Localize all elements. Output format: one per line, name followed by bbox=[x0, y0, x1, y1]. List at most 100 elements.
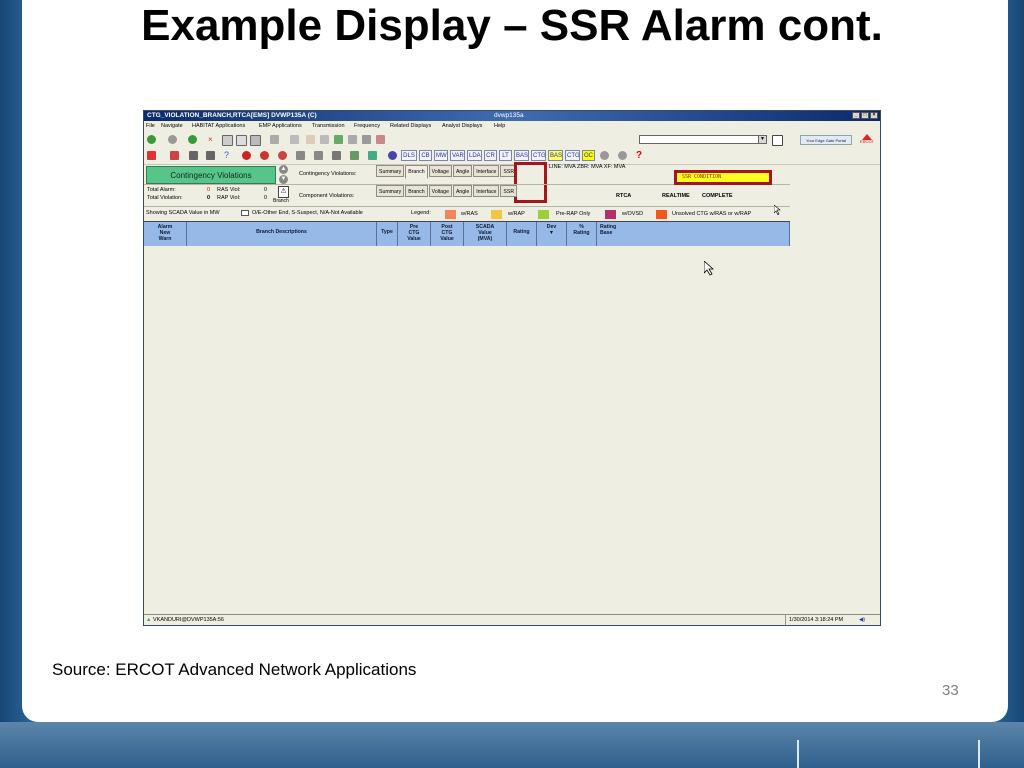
tab-branch[interactable]: Branch bbox=[405, 185, 428, 197]
info-icon[interactable]: ? bbox=[224, 151, 233, 160]
tab-voltage[interactable]: Voltage bbox=[428, 165, 452, 177]
menu-analyst-displays[interactable]: Analyst Displays bbox=[442, 122, 482, 131]
contingency-violations-button[interactable]: Contingency Violations bbox=[146, 166, 276, 184]
menu-related-displays[interactable]: Related Displays bbox=[390, 122, 431, 131]
link-icon[interactable] bbox=[270, 135, 279, 144]
toolbar-ctg2-button[interactable]: CTG bbox=[565, 150, 580, 161]
branch-icon[interactable]: ⚠ bbox=[278, 186, 289, 198]
stop-sign-icon[interactable] bbox=[260, 151, 269, 160]
ras-viol-value: 0 bbox=[264, 187, 268, 193]
help-icon[interactable]: ? bbox=[636, 151, 645, 161]
swap-icon[interactable] bbox=[290, 135, 299, 144]
speaker-icon[interactable]: ◀) bbox=[859, 615, 865, 625]
legend-label-ovsd: w/OVSD bbox=[622, 211, 644, 217]
menu-help[interactable]: Help bbox=[494, 122, 505, 131]
column-dev[interactable]: Dev ▼ bbox=[537, 222, 567, 246]
column-post-ctg-value[interactable]: Post CTG Value bbox=[431, 222, 464, 246]
column-branch-descriptions[interactable]: Branch Descriptions bbox=[187, 222, 377, 246]
no-entry-icon[interactable] bbox=[278, 151, 287, 160]
toolbar-dls-button[interactable]: DLS bbox=[401, 150, 417, 161]
close-button[interactable]: × bbox=[870, 112, 878, 119]
alarm-icon[interactable] bbox=[147, 151, 156, 160]
column-alarm[interactable]: Alarm New Warn bbox=[144, 222, 187, 246]
column-type[interactable]: Type bbox=[377, 222, 398, 246]
tab-angle[interactable]: Angle bbox=[452, 165, 473, 177]
forward-icon[interactable] bbox=[188, 135, 197, 144]
close-display-icon[interactable]: × bbox=[208, 135, 217, 144]
refresh-icon[interactable] bbox=[600, 151, 609, 160]
column-rating[interactable]: Rating bbox=[507, 222, 537, 246]
alarm-summary-icon[interactable] bbox=[170, 151, 179, 160]
toolbar-var-button[interactable]: VAR bbox=[450, 150, 465, 161]
globe-icon[interactable] bbox=[388, 151, 397, 160]
window-titlebar: CTG_VIOLATION_BRANCH,RTCA[EMS] DVWP135A … bbox=[144, 111, 880, 121]
toolbar-bas2-button[interactable]: BAS bbox=[548, 150, 563, 161]
column-percent-rating[interactable]: % Rating bbox=[567, 222, 597, 246]
menu-file[interactable]: File bbox=[146, 122, 155, 131]
tab-ssr[interactable]: SSR bbox=[500, 185, 518, 197]
column-scada-value[interactable]: SCADA Value (MVA) bbox=[464, 222, 507, 246]
one-line-icon[interactable] bbox=[350, 151, 359, 160]
scada-mw-checkbox[interactable] bbox=[241, 210, 249, 216]
tab-angle[interactable]: Angle bbox=[452, 185, 473, 197]
toolbar-ctg-button[interactable]: CTG bbox=[531, 150, 546, 161]
maximize-button[interactable]: □ bbox=[861, 112, 869, 119]
tab-summary[interactable]: Summary bbox=[376, 185, 405, 197]
menu-navigate[interactable]: Navigate bbox=[161, 122, 183, 131]
graph-icon[interactable] bbox=[368, 151, 377, 160]
tab-summary[interactable]: Summary bbox=[376, 165, 405, 177]
toolbar-mw-button[interactable]: MW bbox=[434, 150, 448, 161]
portal-link[interactable]: Your Edge Gate Portal bbox=[800, 135, 852, 145]
filter-icon[interactable] bbox=[362, 135, 371, 144]
violations-grid-body[interactable] bbox=[144, 246, 790, 614]
window-list-icon[interactable] bbox=[772, 135, 783, 146]
menu-emp-applications[interactable]: EMP Applications bbox=[259, 122, 302, 131]
tab-voltage[interactable]: Voltage bbox=[428, 185, 452, 197]
trash-icon[interactable] bbox=[376, 135, 385, 144]
timer-icon[interactable] bbox=[618, 151, 627, 160]
menu-transmission[interactable]: Transmission bbox=[312, 122, 345, 131]
copy-icon[interactable] bbox=[236, 135, 247, 146]
menu-habitat-applications[interactable]: HABITAT Applications bbox=[192, 122, 245, 131]
display-search-input[interactable]: ▼ bbox=[639, 135, 767, 144]
print-icon[interactable] bbox=[250, 135, 261, 146]
footer-divider bbox=[978, 740, 980, 768]
arrow-icon[interactable] bbox=[348, 135, 357, 144]
tab-branch[interactable]: Branch bbox=[405, 165, 428, 179]
chevron-down-icon[interactable]: ▼ bbox=[758, 136, 766, 143]
rap-viol-label: RAP Viol: bbox=[217, 195, 241, 201]
legend-label-pre-rap: Pre-RAP Only bbox=[556, 211, 591, 217]
status-up-icon: ▲ bbox=[146, 617, 152, 623]
legend-label-unsolved: Unsolved CTG w/RAS or w/RAP bbox=[672, 211, 752, 217]
minimize-button[interactable]: _ bbox=[852, 112, 860, 119]
stop-sign-icon[interactable] bbox=[242, 151, 251, 160]
toolbar-cb-button[interactable]: CB bbox=[419, 150, 432, 161]
stop-icon[interactable] bbox=[168, 135, 177, 144]
back-icon[interactable] bbox=[147, 135, 156, 144]
status-bar: ▲ VKANDURI@DVWP135A:56 1/30/2014 3:18:24… bbox=[144, 614, 880, 625]
chart-icon[interactable] bbox=[332, 151, 341, 160]
network-icon[interactable] bbox=[206, 151, 215, 160]
breaker-icon[interactable] bbox=[314, 151, 323, 160]
line-mva-info: LINE: MVA ZBR: MVA XF: MVA bbox=[549, 164, 626, 170]
arrow-up-icon[interactable]: ▲ bbox=[279, 165, 288, 174]
toolbar-lda-button[interactable]: LDA bbox=[467, 150, 482, 161]
menu-frequency[interactable]: Frequency bbox=[354, 122, 380, 131]
toolbar-bas-button[interactable]: BAS bbox=[514, 150, 529, 161]
flags-note: O/E-Other End, S-Suspect, N/A-Not Availa… bbox=[252, 210, 363, 216]
column-pre-ctg-value[interactable]: Pre CTG Value bbox=[398, 222, 431, 246]
tab-interface[interactable]: Interface bbox=[473, 185, 500, 197]
arrow-down-icon[interactable]: ▼ bbox=[279, 175, 288, 184]
toolbar-cr-button[interactable]: CR bbox=[484, 150, 497, 161]
camera-icon[interactable] bbox=[189, 151, 198, 160]
sort-icon[interactable] bbox=[334, 135, 343, 144]
tab-interface[interactable]: Interface bbox=[473, 165, 500, 177]
edit-icon[interactable] bbox=[306, 135, 315, 144]
grid-icon[interactable] bbox=[320, 135, 329, 144]
column-rating-base[interactable]: Rating Base bbox=[597, 222, 790, 246]
toolbar-oc-button[interactable]: OC bbox=[582, 150, 595, 161]
document-icon[interactable] bbox=[222, 135, 233, 146]
source-caption: Source: ERCOT Advanced Network Applicati… bbox=[52, 660, 417, 679]
tool-icon[interactable] bbox=[296, 151, 305, 160]
toolbar-lt-button[interactable]: LT bbox=[499, 150, 512, 161]
